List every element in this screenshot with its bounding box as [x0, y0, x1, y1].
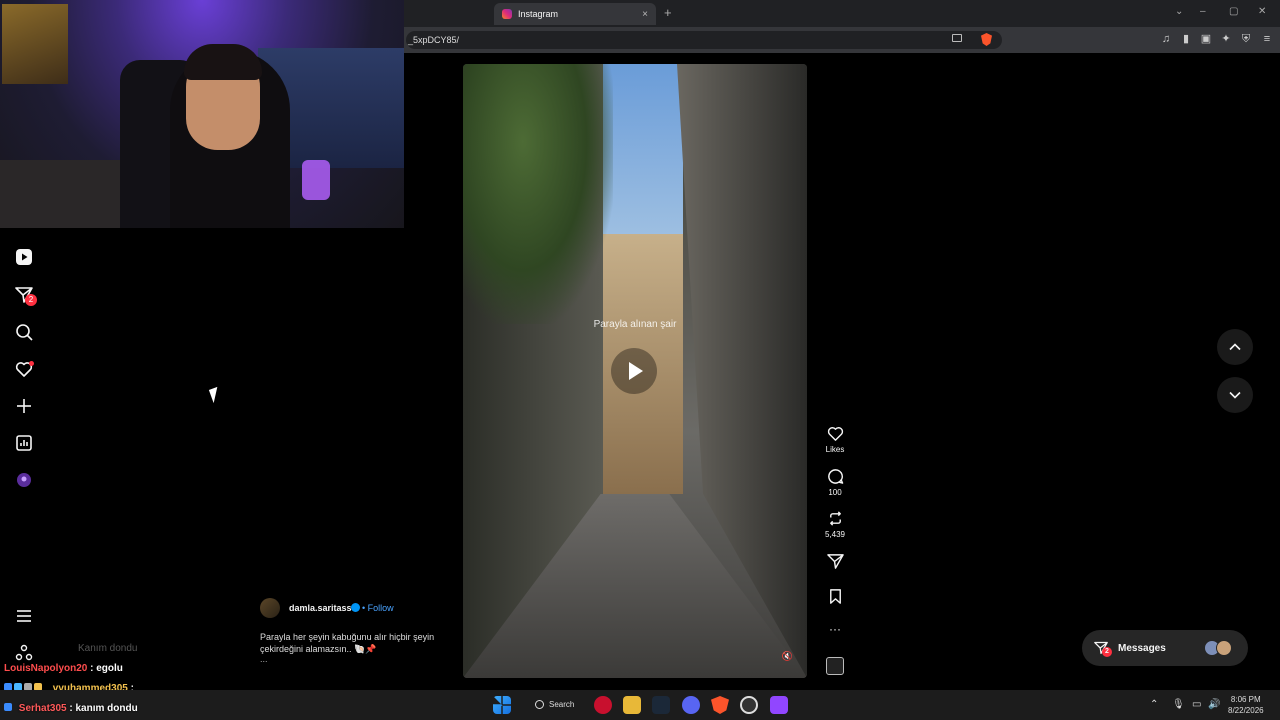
- maximize-button[interactable]: ▢: [1229, 6, 1238, 17]
- chat-line: Serhat305 : kanım dondu: [4, 703, 138, 714]
- webcam-overlay: [0, 0, 404, 228]
- search-icon[interactable]: [15, 323, 33, 341]
- file-explorer-icon[interactable]: [623, 696, 641, 714]
- heart-icon: [827, 427, 843, 441]
- follow-button[interactable]: • Follow: [362, 603, 394, 613]
- opera-icon[interactable]: [594, 696, 612, 714]
- leo-ai-icon[interactable]: ✦: [1220, 33, 1232, 45]
- cast-icon[interactable]: [952, 34, 962, 42]
- brave-shields-icon[interactable]: [981, 33, 992, 46]
- music-icon[interactable]: ♫: [1160, 33, 1172, 45]
- chevron-down-icon: [1229, 391, 1241, 399]
- more-options-icon[interactable]: ···: [820, 622, 850, 636]
- previous-reel-button[interactable]: [1217, 329, 1253, 365]
- messages-count-badge: 2: [1102, 647, 1112, 657]
- reel-ivy: [463, 64, 613, 324]
- author-username[interactable]: damla.saritass: [289, 603, 352, 613]
- mouse-cursor: [208, 386, 223, 404]
- clock-time: 8:06 PM: [1230, 695, 1261, 704]
- chat-username: LouisNapolyon20: [4, 663, 88, 674]
- chat-line: Kanım dondu: [4, 643, 138, 654]
- verified-badge-icon: [351, 603, 360, 612]
- share-button[interactable]: [820, 553, 850, 573]
- taskbar-clock[interactable]: 8:06 PM 8/22/2026: [1228, 694, 1264, 716]
- messages-label: Messages: [1118, 642, 1166, 654]
- messages-badge: 2: [25, 294, 37, 306]
- instagram-favicon-icon: [502, 9, 512, 19]
- chat-message: : egolu: [90, 663, 123, 674]
- tray-chevron-up-icon[interactable]: ⌃: [1150, 699, 1158, 710]
- like-label: Likes: [825, 445, 845, 454]
- twitch-icon[interactable]: [770, 696, 788, 714]
- bookmark-icon: [829, 589, 841, 604]
- messages-button[interactable]: 2 Messages: [1082, 630, 1248, 666]
- repost-icon: [829, 511, 841, 526]
- audio-thumbnail[interactable]: [826, 657, 844, 675]
- menu-icon[interactable]: [15, 607, 33, 625]
- save-button[interactable]: [820, 588, 850, 608]
- url-text: _5xpDCY85/: [408, 35, 460, 45]
- chat-message: : kanım dondu: [69, 703, 138, 714]
- paper-plane-icon: [826, 554, 844, 569]
- webcam-desk: [0, 160, 130, 228]
- webcam-microphone: [302, 160, 330, 200]
- tab-close-icon[interactable]: ×: [642, 9, 648, 20]
- taskbar-search[interactable]: Search: [527, 695, 579, 715]
- comment-icon: [827, 469, 843, 484]
- network-icon[interactable]: ▭: [1192, 699, 1201, 710]
- obs-icon[interactable]: [740, 696, 758, 714]
- avatar-icon[interactable]: [15, 471, 33, 489]
- repost-button[interactable]: 5,439: [820, 510, 850, 539]
- repost-count: 5,439: [824, 530, 846, 539]
- browser-menu-icon[interactable]: ≡: [1261, 33, 1273, 45]
- post-description: Parayla her şeyin kabuğunu alır hiçbir ş…: [260, 632, 435, 654]
- message-avatars: [1204, 640, 1234, 656]
- next-reel-button[interactable]: [1217, 377, 1253, 413]
- discord-icon[interactable]: [682, 696, 700, 714]
- comment-button[interactable]: 100: [820, 468, 850, 497]
- chart-icon[interactable]: [15, 434, 33, 452]
- play-icon[interactable]: [611, 348, 657, 394]
- more-caption-link[interactable]: ...: [260, 654, 268, 664]
- close-window-button[interactable]: ✕: [1258, 6, 1266, 17]
- sidebar-icon[interactable]: ▮: [1180, 33, 1192, 45]
- address-bar[interactable]: _5xpDCY85/: [406, 31, 1002, 49]
- mute-icon[interactable]: 🔇: [782, 651, 793, 662]
- tab-search-icon[interactable]: ⌄: [1175, 6, 1183, 17]
- chat-message: Kanım dondu: [78, 643, 138, 654]
- plus-icon[interactable]: [15, 397, 33, 415]
- chat-username: Serhat305: [18, 703, 67, 714]
- new-tab-button[interactable]: +: [664, 5, 672, 20]
- author-avatar[interactable]: [260, 598, 280, 618]
- vpn-shield-icon[interactable]: ⛨: [1240, 33, 1252, 45]
- webcam-poster: [2, 4, 68, 84]
- notification-dot: [29, 361, 34, 366]
- chat-line: LouisNapolyon20 : egolu: [4, 663, 123, 674]
- comment-count: 100: [828, 488, 842, 497]
- like-button[interactable]: Likes: [820, 425, 850, 454]
- screen: Instagram × + ⌄ – ▢ ✕ _5xpDCY85/ ♫ ▮ ▣ ✦…: [0, 0, 1280, 720]
- reels-icon[interactable]: [15, 248, 33, 266]
- browser-tab[interactable]: Instagram ×: [494, 3, 656, 25]
- reel-video[interactable]: Parayla alınan şair 🔇: [463, 64, 807, 678]
- steam-icon[interactable]: [652, 696, 670, 714]
- volume-icon[interactable]: 🔊: [1208, 699, 1220, 710]
- microphone-icon[interactable]: 🎙: [1172, 699, 1185, 710]
- wallet-icon[interactable]: ▣: [1200, 33, 1212, 45]
- clock-date: 8/22/2026: [1228, 706, 1264, 715]
- minimize-button[interactable]: –: [1200, 6, 1206, 17]
- reel-caption-overlay: Parayla alınan şair: [593, 319, 677, 330]
- webcam-hair: [184, 44, 262, 80]
- chevron-up-icon: [1229, 343, 1241, 351]
- tab-title: Instagram: [518, 9, 559, 19]
- chat-badges: [4, 703, 16, 713]
- message-avatar: [1216, 640, 1232, 656]
